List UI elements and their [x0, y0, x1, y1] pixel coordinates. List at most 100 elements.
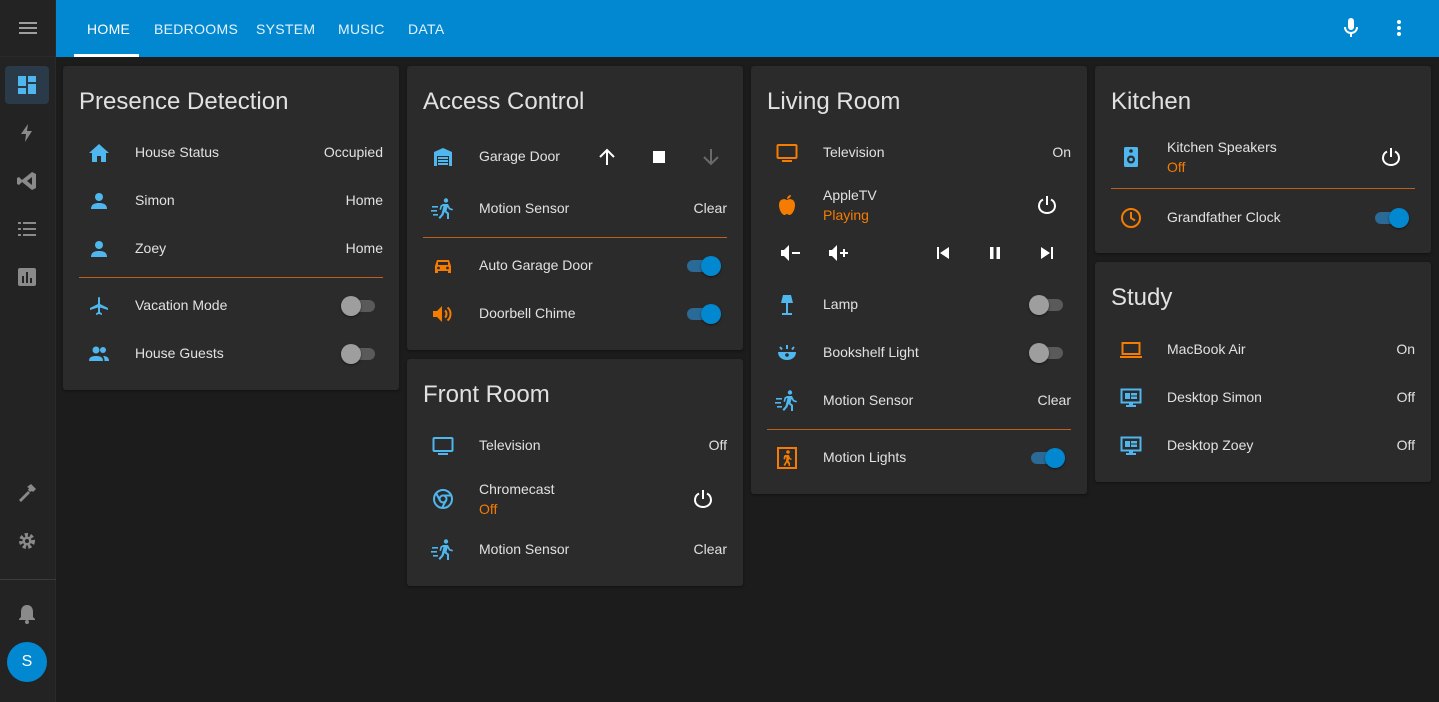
entity-row: Grandfather Clock [1095, 198, 1431, 238]
house-guests-toggle[interactable] [341, 344, 377, 364]
entity-name: Grandfather Clock [1167, 209, 1281, 225]
apple-icon [775, 193, 799, 217]
power-button[interactable] [1035, 193, 1059, 217]
entity-row[interactable]: Zoey Home [63, 229, 399, 269]
sidebar-divider [0, 579, 56, 580]
list-icon [18, 222, 36, 236]
sidebar-item-developer-tools[interactable] [5, 474, 49, 512]
laptop-icon [1119, 338, 1143, 362]
lamp-toggle[interactable] [1029, 295, 1065, 315]
entity-name: AppleTV [823, 187, 877, 203]
entity-name: Zoey [135, 240, 167, 256]
card-title: Front Room [423, 381, 550, 408]
previous-track-button[interactable] [931, 241, 955, 265]
motion-icon [775, 389, 799, 413]
entity-row: Doorbell Chime [407, 294, 743, 334]
skip-next-icon [1041, 247, 1053, 259]
entity-row[interactable]: Kitchen Speakers Off [1095, 137, 1431, 177]
power-button[interactable] [1379, 145, 1403, 169]
entity-state: Playing [823, 207, 869, 223]
grandfather-clock-toggle[interactable] [1373, 208, 1409, 228]
microphone-button[interactable] [1339, 16, 1363, 40]
card-presence-detection: Presence Detection House Status Occupied… [63, 66, 399, 390]
tab-bedrooms[interactable]: BEDROOMS [154, 0, 238, 57]
entity-row[interactable]: MacBook Air On [1095, 330, 1431, 370]
sidebar-item-vscode[interactable] [5, 162, 49, 200]
avatar[interactable]: S [7, 642, 47, 682]
entity-name: Motion Sensor [479, 200, 570, 216]
tab-home[interactable]: HOME [87, 0, 130, 57]
entity-name: Television [823, 144, 885, 160]
volume-down-button[interactable] [779, 241, 803, 265]
card-title: Presence Detection [79, 88, 289, 115]
entity-name: Doorbell Chime [479, 305, 576, 321]
entity-row[interactable]: Simon Home [63, 181, 399, 221]
settings-icon [19, 533, 35, 549]
card-study: Study MacBook Air On Desktop Simon Off D… [1095, 262, 1431, 482]
power-button[interactable] [691, 487, 715, 511]
auto-garage-door-toggle[interactable] [685, 256, 721, 276]
close-cover-button[interactable] [699, 145, 723, 169]
entity-row: Lamp [751, 285, 1087, 325]
entity-name: Television [479, 437, 541, 453]
sidebar-item-notifications[interactable] [5, 595, 49, 633]
entity-row: Vacation Mode [63, 286, 399, 326]
home-icon [87, 141, 111, 165]
entity-name: Lamp [823, 296, 859, 312]
entity-name: Vacation Mode [135, 297, 228, 313]
vacation-mode-toggle[interactable] [341, 296, 377, 316]
speaker-icon [431, 302, 455, 326]
top-bar: HOME BEDROOMS SYSTEM MUSIC DATA [56, 0, 1439, 57]
airplane-icon [87, 294, 111, 318]
arrow-up-icon [599, 148, 615, 165]
entity-row[interactable]: AppleTV Playing [751, 185, 1087, 225]
stop-cover-button[interactable] [647, 145, 671, 169]
sidebar-item-logbook[interactable] [5, 210, 49, 248]
sidebar-item-overview[interactable] [5, 66, 49, 104]
entity-state: Off [1167, 159, 1186, 175]
menu-icon [19, 22, 37, 34]
doorbell-chime-toggle[interactable] [685, 304, 721, 324]
volume-plus-icon [829, 245, 848, 261]
lamp-icon [775, 293, 799, 317]
entity-row: Bookshelf Light [751, 333, 1087, 373]
power-icon [693, 490, 713, 509]
menu-button[interactable] [0, 0, 56, 57]
entity-name: Motion Sensor [479, 541, 570, 557]
tab-music[interactable]: MUSIC [338, 0, 385, 57]
next-track-button[interactable] [1035, 241, 1059, 265]
entity-row[interactable]: House Status Occupied [63, 133, 399, 173]
entity-row[interactable]: Desktop Zoey Off [1095, 426, 1431, 466]
entity-name: Bookshelf Light [823, 344, 919, 360]
microphone-icon [1344, 18, 1358, 37]
tab-system[interactable]: SYSTEM [256, 0, 315, 57]
card-title: Study [1111, 284, 1173, 311]
entity-name: Motion Sensor [823, 392, 914, 408]
sidebar-item-history[interactable] [5, 258, 49, 296]
pause-button[interactable] [983, 241, 1007, 265]
more-vert-icon [1397, 20, 1401, 36]
tab-data[interactable]: DATA [408, 0, 444, 57]
entity-name: Chromecast [479, 481, 555, 497]
power-icon [1381, 148, 1401, 167]
power-icon [1037, 196, 1057, 215]
skip-previous-icon [937, 247, 949, 259]
volume-up-button[interactable] [827, 241, 851, 265]
entity-name: MacBook Air [1167, 341, 1246, 357]
more-options-button[interactable] [1387, 16, 1411, 40]
person-icon [87, 189, 111, 213]
entity-name: Desktop Simon [1167, 389, 1262, 405]
entity-row[interactable]: Motion Sensor Clear [407, 189, 743, 229]
sidebar: S [0, 0, 56, 702]
entity-row[interactable]: Television Off [407, 426, 743, 466]
motion-lights-toggle[interactable] [1029, 448, 1065, 468]
entity-row[interactable]: Motion Sensor Clear [407, 530, 743, 570]
bookshelf-light-toggle[interactable] [1029, 343, 1065, 363]
entity-row[interactable]: Chromecast Off [407, 479, 743, 519]
entity-row[interactable]: Motion Sensor Clear [751, 381, 1087, 421]
entity-row[interactable]: Desktop Simon Off [1095, 378, 1431, 418]
sidebar-item-energy[interactable] [5, 114, 49, 152]
sidebar-item-settings[interactable] [5, 522, 49, 560]
open-cover-button[interactable] [595, 145, 619, 169]
entity-row[interactable]: Television On [751, 133, 1087, 173]
